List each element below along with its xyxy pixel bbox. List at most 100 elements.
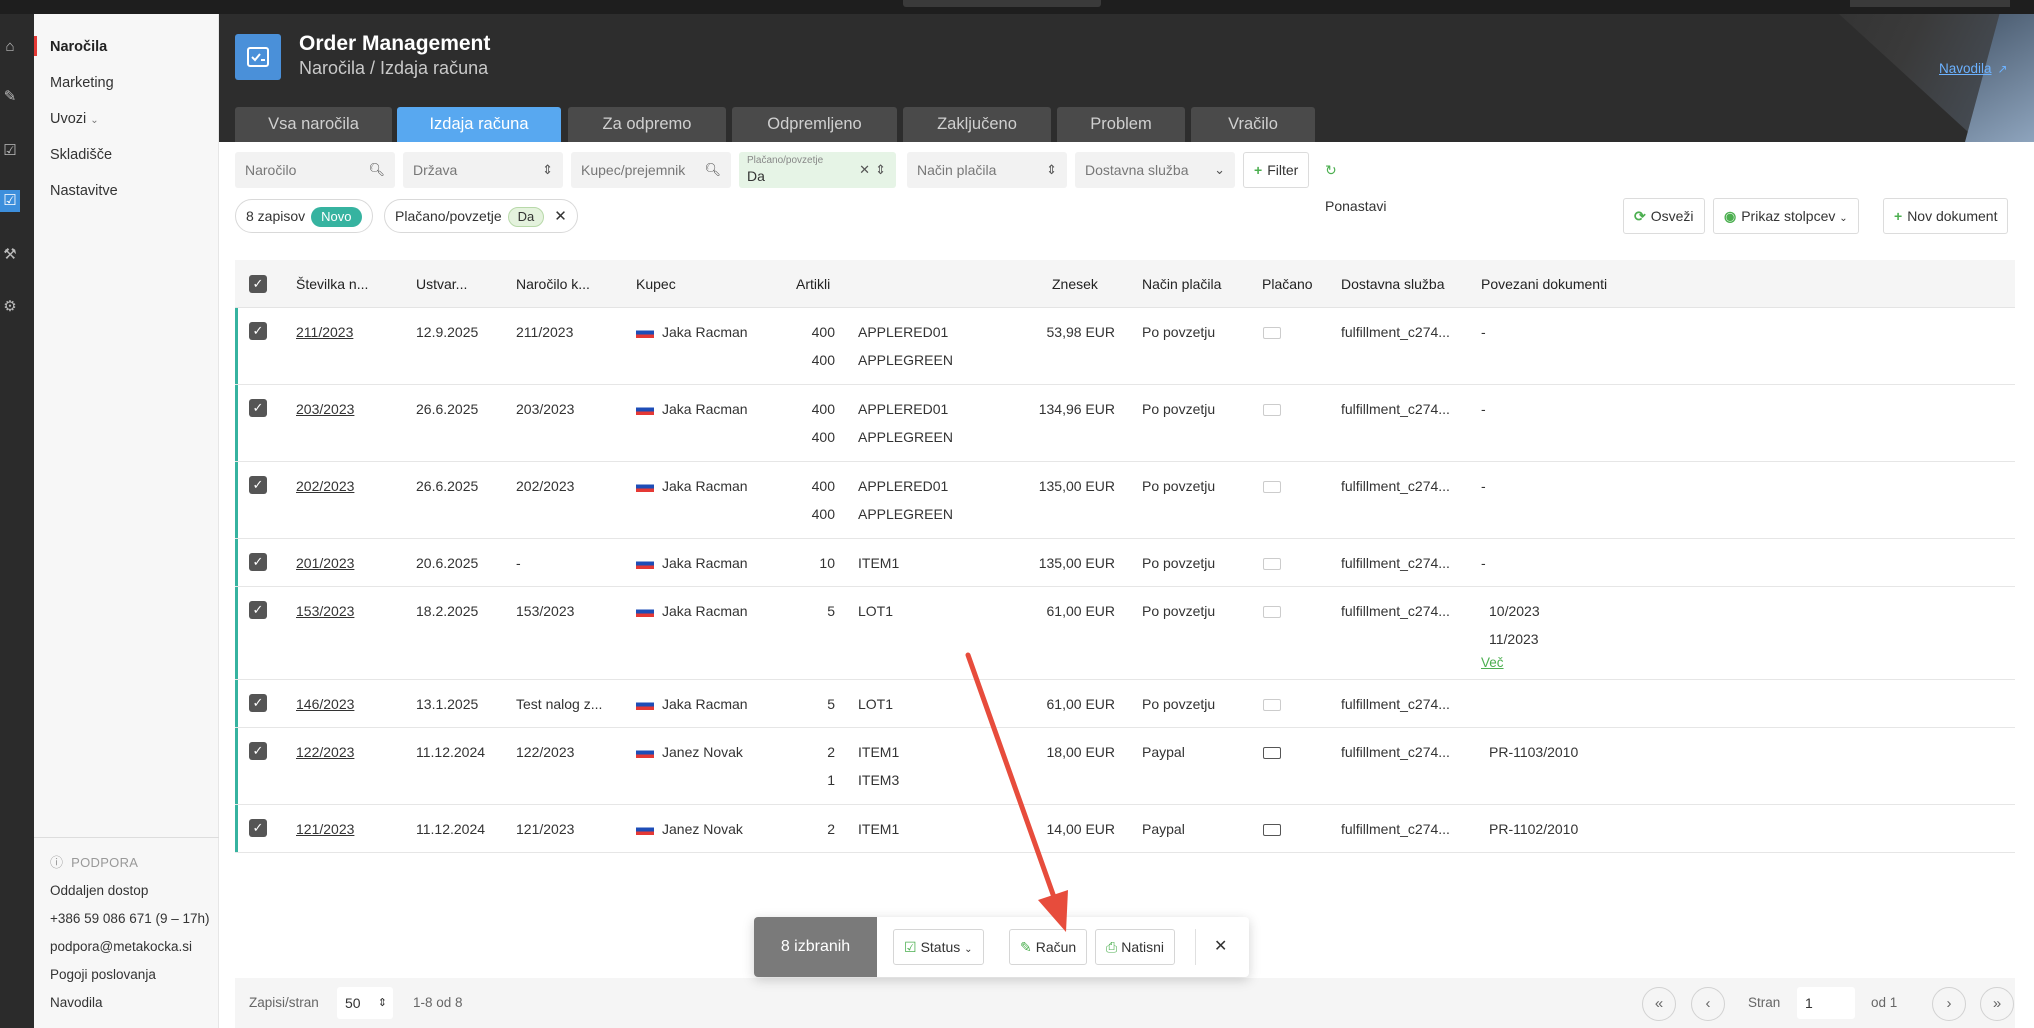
per-page-label: Zapisi/stran bbox=[249, 995, 319, 1010]
remove-filter-icon[interactable]: ✕ bbox=[554, 208, 567, 225]
home-icon[interactable]: ⌂ bbox=[0, 36, 20, 58]
table-row[interactable]: ✓ 153/2023 18.2.2025 153/2023 Jaka Racman 5 LO… bbox=[235, 587, 2015, 680]
prev-page-button[interactable]: ‹ bbox=[1691, 987, 1725, 1021]
related-doc-link[interactable]: 10/2023 bbox=[1489, 602, 1540, 620]
delivery-service: fulfillment_c274... bbox=[1341, 744, 1450, 760]
support-guide[interactable]: Navodila bbox=[50, 995, 103, 1010]
stepper-icon[interactable]: ⇕ bbox=[378, 987, 387, 1019]
tools-icon[interactable]: ⚒ bbox=[0, 244, 20, 266]
per-page-input[interactable]: 50 ⇕ bbox=[337, 987, 393, 1019]
checklist-icon[interactable]: ☑ bbox=[0, 140, 20, 162]
order-number-link[interactable]: 121/2023 bbox=[296, 820, 354, 838]
show-more-link[interactable]: Več bbox=[1481, 655, 1504, 670]
col-payment[interactable]: Način plačila bbox=[1142, 260, 1221, 308]
row-checkbox[interactable]: ✓ bbox=[249, 601, 267, 619]
col-docs[interactable]: Povezani dokumenti bbox=[1481, 260, 1607, 308]
sidebar-item-warehouse[interactable]: Skladišče bbox=[50, 147, 112, 163]
orders-icon[interactable]: ☑ bbox=[0, 190, 20, 212]
row-checkbox[interactable]: ✓ bbox=[249, 819, 267, 837]
add-filter-button[interactable]: + Filter bbox=[1243, 152, 1310, 188]
row-checkbox[interactable]: ✓ bbox=[249, 694, 267, 712]
col-amount[interactable]: Znesek bbox=[1052, 260, 1098, 308]
select-all-checkbox[interactable]: ✓ bbox=[249, 275, 267, 293]
tab-return[interactable]: Vračilo bbox=[1191, 107, 1315, 142]
item-qty: 5 bbox=[827, 696, 835, 712]
last-page-button[interactable]: » bbox=[1980, 987, 2014, 1021]
page-input[interactable]: 1 bbox=[1797, 987, 1855, 1019]
sidebar-item-orders[interactable]: Naročila bbox=[50, 39, 107, 55]
tab-all-orders[interactable]: Vsa naročila bbox=[235, 107, 392, 142]
buyer-filter-input[interactable]: Kupec/prejemnik 🔍︎ bbox=[571, 152, 731, 188]
clear-icon[interactable]: ✕ bbox=[859, 152, 870, 188]
buyer: Jaka Racman bbox=[636, 323, 748, 341]
tab-to-ship[interactable]: Za odpremo bbox=[568, 107, 726, 142]
order-number-link[interactable]: 122/2023 bbox=[296, 743, 354, 761]
row-status-bar bbox=[235, 539, 238, 586]
support-email[interactable]: podpora@metakocka.si bbox=[50, 939, 192, 954]
row-checkbox[interactable]: ✓ bbox=[249, 476, 267, 494]
col-delivery[interactable]: Dostavna služba bbox=[1341, 260, 1445, 308]
marketing-icon[interactable]: ✎ bbox=[0, 86, 20, 108]
related-doc-link[interactable]: 11/2023 bbox=[1489, 630, 1539, 648]
settings-gear-icon[interactable]: ⚙ bbox=[0, 296, 20, 318]
delivery-service-filter-select[interactable]: Dostavna služba ⌄ bbox=[1075, 152, 1235, 188]
table-row[interactable]: ✓ 202/2023 26.6.2025 202/2023 Jaka Racman 400… bbox=[235, 462, 2015, 539]
sidebar-item-imports[interactable]: Uvozi ⌄ bbox=[50, 111, 99, 127]
col-number[interactable]: Številka n... bbox=[296, 260, 368, 308]
row-checkbox[interactable]: ✓ bbox=[249, 742, 267, 760]
next-page-button[interactable]: › bbox=[1932, 987, 1966, 1021]
order-filter-input[interactable]: Naročilo 🔍︎ bbox=[235, 152, 395, 188]
tab-completed[interactable]: Zaključeno bbox=[903, 107, 1051, 142]
order-number-link[interactable]: 201/2023 bbox=[296, 554, 354, 572]
support-terms[interactable]: Pogoji poslovanja bbox=[50, 967, 156, 982]
refresh-button[interactable]: ⟳ Osveži bbox=[1623, 198, 1705, 234]
new-document-label: Nov dokument bbox=[1907, 208, 1998, 224]
first-page-button[interactable]: « bbox=[1642, 987, 1676, 1021]
order-k: 203/2023 bbox=[516, 401, 575, 417]
close-icon[interactable]: ✕ bbox=[1214, 929, 1227, 965]
order-number-link[interactable]: 153/2023 bbox=[296, 602, 354, 620]
paid-filter-select[interactable]: Plačano/povzetje Da ✕ ⇕ bbox=[739, 152, 896, 188]
row-checkbox[interactable]: ✓ bbox=[249, 322, 267, 340]
created-date: 18.2.2025 bbox=[416, 603, 479, 619]
table-row[interactable]: ✓ 201/2023 20.6.2025 - Jaka Racman 10 ITEM1 135… bbox=[235, 539, 2015, 587]
sort-arrows-icon: ⇕ bbox=[875, 162, 886, 177]
tab-shipped[interactable]: Odpremljeno bbox=[732, 107, 897, 142]
status-button[interactable]: ☑ Status ⌄ bbox=[893, 929, 984, 965]
reset-filters-button[interactable]: ↻ Ponastavi bbox=[1325, 152, 1386, 224]
table-row[interactable]: ✓ 122/2023 11.12.2024 122/2023 Janez Novak 2 I… bbox=[235, 728, 2015, 805]
col-paid[interactable]: Plačano bbox=[1262, 260, 1313, 308]
table-row[interactable]: ✓ 211/2023 12.9.2025 211/2023 Jaka Racman 400… bbox=[235, 308, 2015, 385]
col-order-k[interactable]: Naročilo k... bbox=[516, 260, 590, 308]
order-number-link[interactable]: 202/2023 bbox=[296, 477, 354, 495]
sidebar-item-marketing[interactable]: Marketing bbox=[50, 75, 114, 91]
row-status-bar bbox=[235, 462, 238, 538]
row-checkbox[interactable]: ✓ bbox=[249, 553, 267, 571]
col-items[interactable]: Artikli bbox=[796, 260, 830, 308]
order-number-link[interactable]: 146/2023 bbox=[296, 695, 354, 713]
table-row[interactable]: ✓ 121/2023 11.12.2024 121/2023 Janez Novak 2 I… bbox=[235, 805, 2015, 853]
print-button[interactable]: ⎙ Natisni bbox=[1095, 929, 1175, 965]
payment-method: Po povzetju bbox=[1142, 401, 1216, 417]
invoice-button[interactable]: ✎ Račun bbox=[1009, 929, 1088, 965]
support-remote-access[interactable]: Oddaljen dostop bbox=[50, 883, 148, 898]
tab-problem[interactable]: Problem bbox=[1057, 107, 1185, 142]
created-date: 12.9.2025 bbox=[416, 324, 479, 340]
tab-invoicing[interactable]: Izdaja računa bbox=[397, 107, 561, 142]
order-number-link[interactable]: 211/2023 bbox=[296, 323, 353, 341]
payment-method-filter-select[interactable]: Način plačila ⇕ bbox=[907, 152, 1067, 188]
related-doc-link[interactable]: PR-1102/2010 bbox=[1489, 820, 1578, 838]
col-buyer[interactable]: Kupec bbox=[636, 260, 676, 308]
columns-view-button[interactable]: ◉ Prikaz stolpcev ⌄ bbox=[1713, 198, 1859, 234]
related-docs: - bbox=[1481, 555, 1486, 571]
sidebar-item-settings[interactable]: Nastavitve bbox=[50, 183, 118, 199]
country-filter-select[interactable]: Država ⇕ bbox=[403, 152, 563, 188]
new-document-button[interactable]: + Nov dokument bbox=[1883, 198, 2009, 234]
row-checkbox[interactable]: ✓ bbox=[249, 399, 267, 417]
table-row[interactable]: ✓ 146/2023 13.1.2025 Test nalog z... Jaka Ra… bbox=[235, 680, 2015, 728]
col-created[interactable]: Ustvar... bbox=[416, 260, 467, 308]
table-row[interactable]: ✓ 203/2023 26.6.2025 203/2023 Jaka Racman 400… bbox=[235, 385, 2015, 462]
order-number-link[interactable]: 203/2023 bbox=[296, 400, 354, 418]
guide-link[interactable]: Navodila ↗ bbox=[1939, 61, 2008, 76]
related-doc-link[interactable]: PR-1103/2010 bbox=[1489, 743, 1578, 761]
